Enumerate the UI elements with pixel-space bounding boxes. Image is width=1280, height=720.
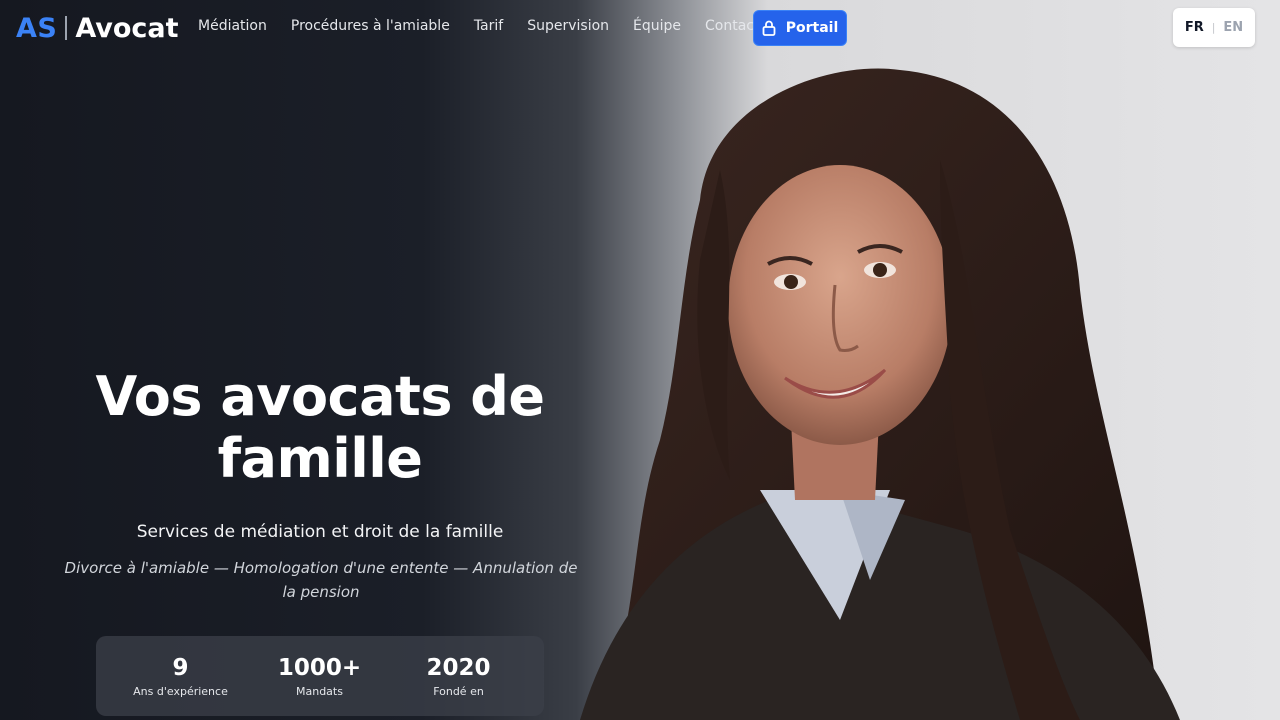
- lang-en-option[interactable]: EN: [1223, 20, 1243, 35]
- hero-services: Divorce à l'amiable — Homologation d'une…: [64, 559, 578, 601]
- nav-link-supervision[interactable]: Supervision: [527, 18, 609, 34]
- stats-panel: 9 Ans d'expérience 1000+ Mandats 2020 Fo…: [96, 636, 544, 716]
- top-navigation: AS Avocat Médiation Procédures à l'amiab…: [0, 0, 1280, 56]
- nav-link-procedures[interactable]: Procédures à l'amiable: [291, 18, 450, 34]
- hero-headline: Vos avocats de famille: [40, 366, 600, 490]
- logo-initials: AS: [16, 12, 58, 44]
- nav-link-tarif[interactable]: Tarif: [474, 18, 503, 34]
- stat-label: Fondé en: [433, 685, 484, 698]
- stat-experience: 9 Ans d'expérience: [111, 654, 250, 716]
- logo-name: Avocat: [75, 12, 179, 44]
- stat-label: Mandats: [296, 685, 343, 698]
- brand-logo[interactable]: AS Avocat: [16, 10, 179, 46]
- nav-links: Médiation Procédures à l'amiable Tarif S…: [198, 18, 783, 34]
- nav-link-mediation[interactable]: Médiation: [198, 18, 267, 34]
- headline-line-1: Vos avocats de: [95, 365, 545, 428]
- portal-button-label: Portail: [785, 20, 839, 36]
- stat-founded: 2020 Fondé en: [389, 654, 528, 716]
- nav-link-contact[interactable]: Contact: [705, 18, 759, 34]
- stat-mandates: 1000+ Mandats: [250, 654, 389, 716]
- hero-section: [0, 0, 1280, 720]
- logo-divider: [65, 16, 68, 40]
- headline-line-2: famille: [217, 427, 423, 490]
- stat-value: 1000+: [277, 655, 362, 681]
- lawyer-portrait-image: [580, 68, 1180, 720]
- language-switcher: FR | EN: [1173, 8, 1255, 47]
- portal-button[interactable]: Portail: [753, 10, 847, 46]
- nav-link-equipe[interactable]: Équipe: [633, 18, 681, 34]
- lang-separator: |: [1211, 21, 1216, 34]
- stat-label: Ans d'expérience: [133, 685, 228, 698]
- lang-fr-option[interactable]: FR: [1185, 20, 1204, 35]
- lock-icon: [762, 20, 776, 36]
- stat-value: 2020: [426, 655, 491, 681]
- hero-subtitle: Services de médiation et droit de la fam…: [136, 522, 504, 542]
- stat-value: 9: [172, 655, 189, 681]
